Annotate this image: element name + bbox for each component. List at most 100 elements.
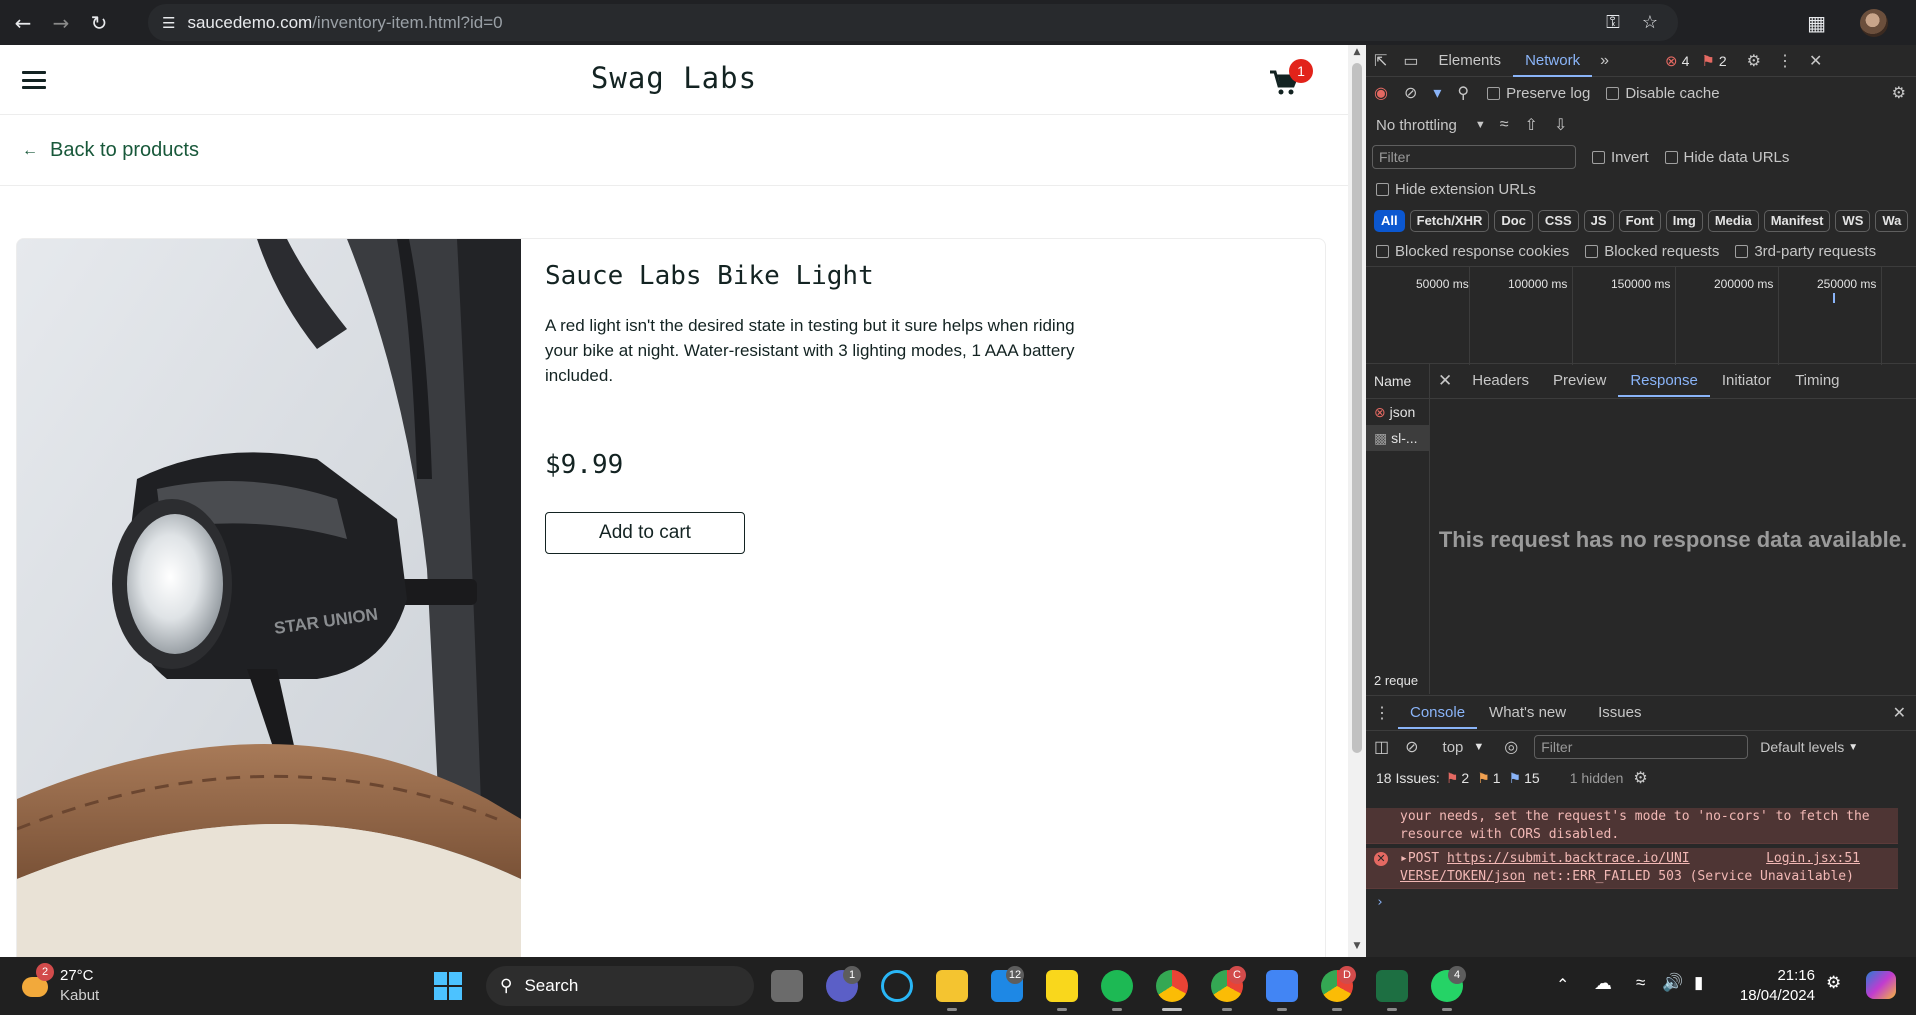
log-url-link-cont[interactable]: VERSE/TOKEN/json [1400,869,1525,884]
copilot-icon[interactable] [1866,971,1896,999]
bookmark-star-icon[interactable]: ☆ [1642,12,1658,33]
battery-icon[interactable]: ▮ [1694,973,1703,993]
network-filter-input[interactable]: Filter [1372,145,1576,169]
wifi-icon[interactable]: ≈ [1636,973,1645,993]
reload-icon[interactable]: ↻ [84,8,114,38]
log-source-link[interactable]: Login.jsx:51 [1766,850,1860,868]
network-timeline-overview[interactable]: 50000 ms 100000 ms 150000 ms 200000 ms 2… [1366,266,1916,365]
type-filter-manifest[interactable]: Manifest [1763,210,1831,232]
forward-arrow-icon[interactable]: → [46,8,76,38]
close-drawer-icon[interactable]: ✕ [1893,703,1906,723]
network-conditions-icon[interactable]: ≈ [1500,116,1509,134]
task-view-icon[interactable] [771,970,803,1002]
tab-whats-new[interactable]: What's new [1477,697,1578,729]
type-filter-doc[interactable]: Doc [1494,210,1533,232]
search-icon[interactable]: ⚲ [1457,83,1469,103]
console-settings-icon[interactable]: ⚙ [1633,768,1647,788]
tab-network[interactable]: Network [1513,45,1593,77]
drawer-menu-icon[interactable]: ⋮ [1374,703,1390,723]
windows-start-icon[interactable] [434,972,462,1000]
console-sidebar-icon[interactable]: ◫ [1374,737,1389,757]
shopping-cart-button[interactable]: 1 [1269,59,1313,99]
console-error-message[interactable]: ✕ ▸POST https://submit.backtrace.io/UNI … [1366,848,1898,889]
scroll-up-icon[interactable]: ▲ [1348,47,1366,61]
spotify-icon[interactable] [1101,970,1133,1002]
network-settings-icon[interactable]: ⚙ [1892,83,1906,103]
clock-time[interactable]: 21:16 [1735,967,1815,984]
weather-widget[interactable]: 2 [20,963,54,1001]
hide-data-urls-checkbox[interactable]: Hide data URLs [1664,149,1789,166]
clear-icon[interactable]: ⊘ [1404,83,1417,103]
cortana-icon[interactable] [881,970,913,1002]
sticky-notes-icon[interactable] [1046,970,1078,1002]
log-url-link[interactable]: https://submit.backtrace.io/UNI [1447,851,1690,866]
name-column-header[interactable]: Name [1366,364,1429,399]
clear-console-icon[interactable]: ⊘ [1405,737,1418,757]
inspect-element-icon[interactable]: ⇱ [1374,51,1387,71]
notifications-icon[interactable]: ⚙ [1826,973,1841,993]
type-filter-ws[interactable]: WS [1835,210,1871,232]
show-hidden-icons-icon[interactable]: ⌃ [1556,975,1569,995]
tab-initiator[interactable]: Initiator [1710,365,1783,397]
invert-checkbox[interactable]: Invert [1592,149,1649,166]
scroll-thumb[interactable] [1352,63,1362,753]
throttling-select[interactable]: No throttling [1376,117,1457,134]
type-filter-font[interactable]: Font [1618,210,1661,232]
volume-icon[interactable]: 🔊 [1662,973,1683,993]
type-filter-media[interactable]: Media [1707,210,1759,232]
tab-response[interactable]: Response [1618,365,1710,397]
tab-issues[interactable]: Issues [1586,697,1653,729]
warning-flag-icon[interactable]: ⚑ [1701,52,1714,70]
third-party-checkbox[interactable]: 3rd-party requests [1735,243,1876,260]
file-explorer-icon[interactable] [936,970,968,1002]
add-to-cart-button[interactable]: Add to cart [545,512,745,554]
export-har-icon[interactable]: ⇩ [1554,115,1567,135]
extensions-icon[interactable]: ▦ [1807,11,1826,35]
tab-timing[interactable]: Timing [1783,365,1851,397]
filter-funnel-icon[interactable]: ▾ [1433,83,1441,103]
onedrive-cloud-icon[interactable]: ☁ [1594,973,1612,994]
log-levels-select[interactable]: Default levels [1760,739,1844,755]
request-row-image[interactable]: ▩ sl-... [1366,425,1429,451]
taskbar-search[interactable]: ⚲ Search [486,966,754,1006]
request-row-json[interactable]: ⊗ json [1366,399,1429,425]
context-select[interactable]: top [1443,739,1464,756]
back-to-products-link[interactable]: ← Back to products [22,139,199,162]
type-filter-css[interactable]: CSS [1537,210,1579,232]
settings-gear-icon[interactable]: ⚙ [1747,51,1761,71]
hide-extension-urls-checkbox[interactable]: Hide extension URLs [1376,181,1536,198]
docs-icon[interactable] [1266,970,1298,1002]
tab-preview[interactable]: Preview [1541,365,1618,397]
kebab-menu-icon[interactable]: ⋮ [1777,51,1793,71]
blocked-requests-checkbox[interactable]: Blocked requests [1585,243,1719,260]
weather-temp[interactable]: 27°C [60,967,94,984]
error-count-icon[interactable]: ⊗ [1665,52,1678,70]
password-key-icon[interactable]: ⚿ [1606,12,1620,33]
type-filter-img[interactable]: Img [1665,210,1703,232]
preserve-log-checkbox[interactable]: Preserve log [1487,85,1590,102]
tab-console[interactable]: Console [1398,697,1478,729]
record-icon[interactable]: ◉ [1374,83,1388,103]
console-prompt[interactable]: › [1366,889,1898,916]
close-devtools-icon[interactable]: ✕ [1809,51,1822,71]
close-detail-icon[interactable]: ✕ [1438,371,1452,391]
page-scrollbar[interactable]: ▲ ▼ [1348,45,1366,957]
chrome-icon[interactable] [1156,970,1188,1002]
type-filter-fetch[interactable]: Fetch/XHR [1409,210,1490,232]
profile-avatar[interactable] [1860,8,1888,37]
address-bar[interactable]: ☰ saucedemo.com/inventory-item.html?id=0… [148,4,1678,41]
expand-arrow-icon[interactable]: ▸ [1400,851,1408,866]
issues-summary[interactable]: 18 Issues: ⚑ 2 ⚑ 1 ⚑ 15 1 hidden ⚙ [1366,763,1916,793]
back-arrow-icon[interactable]: ← [8,8,38,38]
tab-elements[interactable]: Elements [1427,45,1514,77]
type-filter-js[interactable]: JS [1583,210,1614,232]
blocked-cookies-checkbox[interactable]: Blocked response cookies [1376,243,1569,260]
disable-cache-checkbox[interactable]: Disable cache [1606,85,1720,102]
tab-headers[interactable]: Headers [1460,365,1541,397]
scroll-down-icon[interactable]: ▼ [1348,941,1366,955]
live-expression-eye-icon[interactable]: ◎ [1504,737,1518,757]
type-filter-all[interactable]: All [1374,210,1405,232]
more-tabs-icon[interactable]: » [1600,52,1609,70]
device-toolbar-icon[interactable]: ▭ [1403,51,1418,71]
type-filter-wasm[interactable]: Wa [1875,210,1909,232]
